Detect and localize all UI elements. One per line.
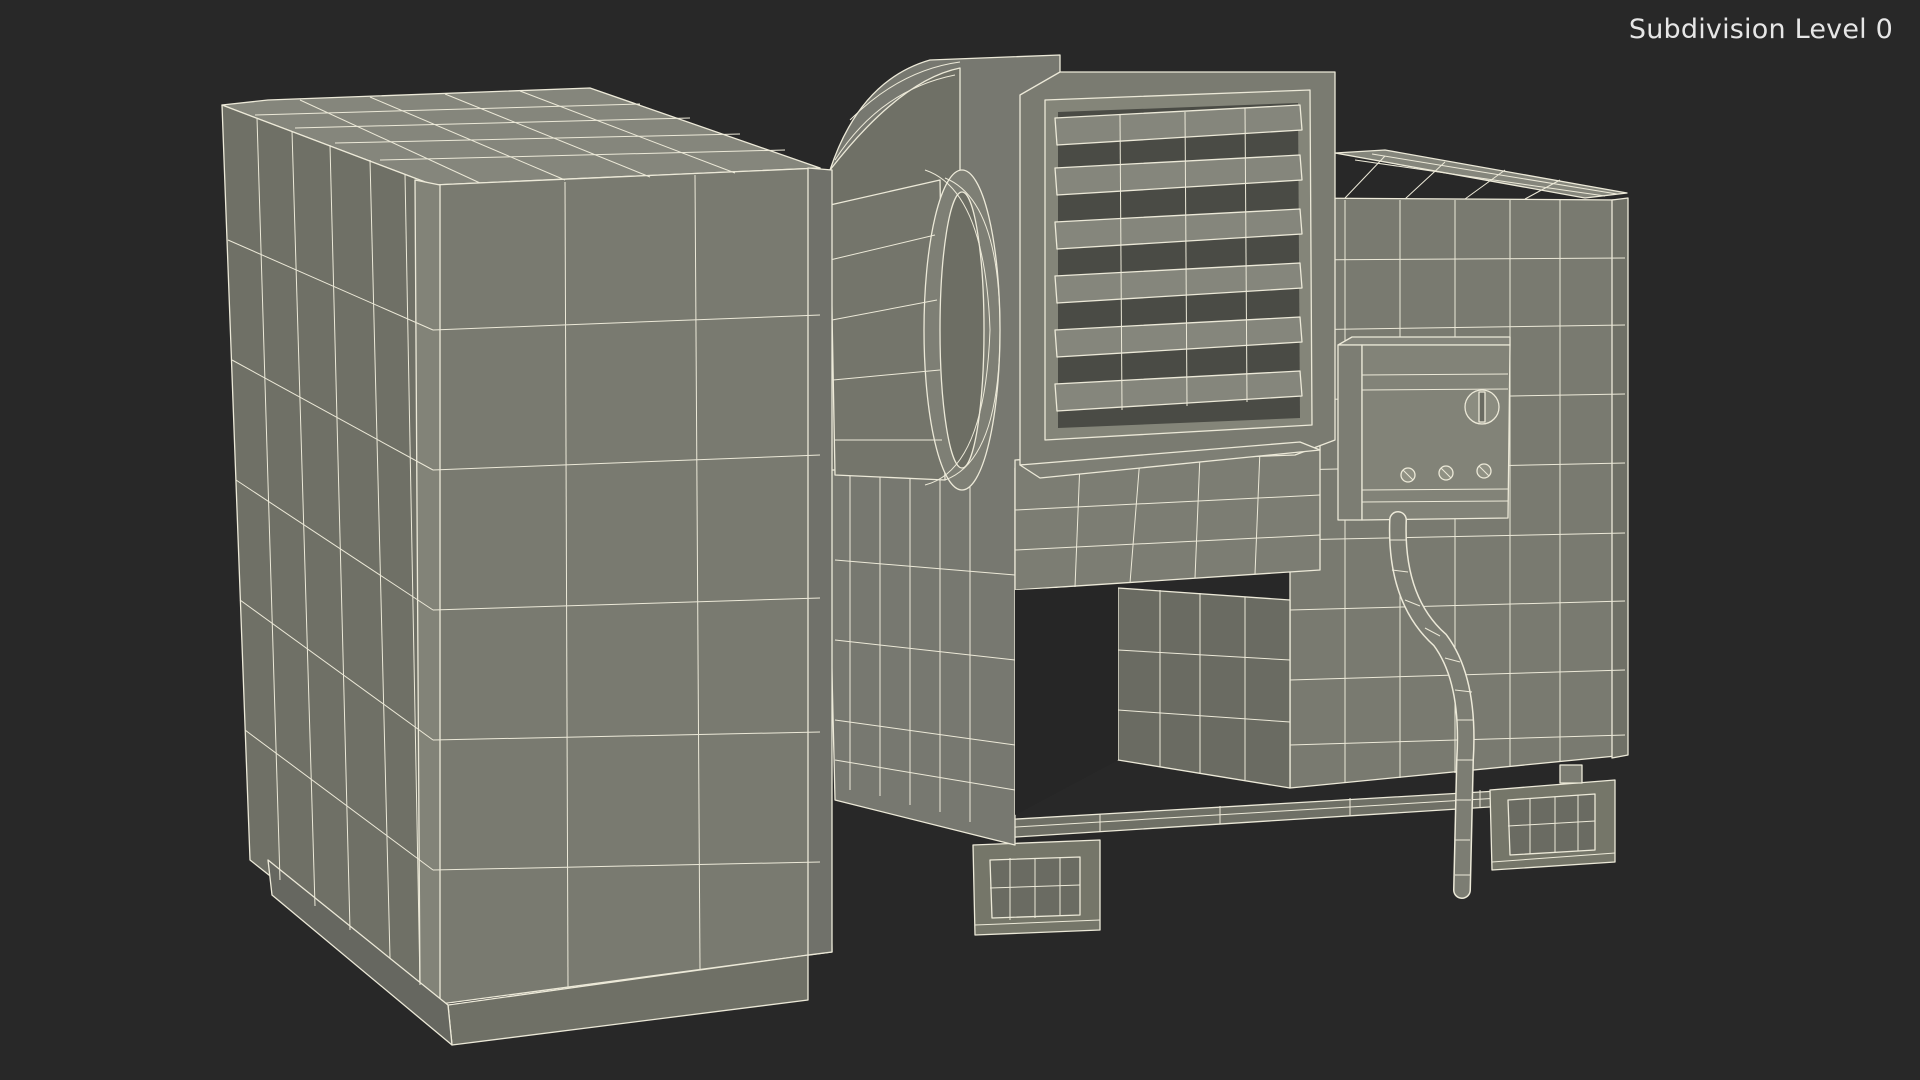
wireframe-model-render <box>221 54 1629 1046</box>
louver-outlet <box>1019 71 1336 479</box>
3d-viewport[interactable]: Subdivision Level 0 <box>0 0 1920 1080</box>
left-cabinet <box>221 87 833 1046</box>
inlet-ring <box>829 169 1001 491</box>
rotary-switch-icon <box>1464 389 1500 425</box>
subdivision-level-label: Subdivision Level 0 <box>1628 14 1893 45</box>
